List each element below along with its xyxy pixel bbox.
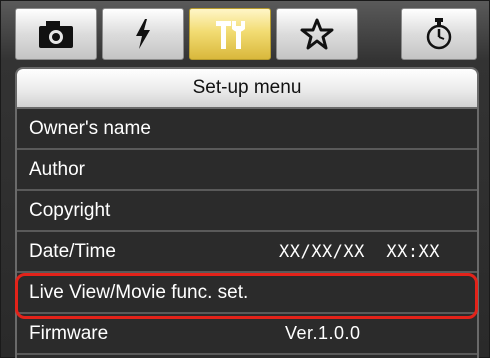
menu-item-label: Copyright [29,199,111,221]
tab-timer[interactable] [401,8,477,60]
setup-menu-panel: Set-up menu Owner's name Author Copyrigh… [15,67,479,358]
camera-icon [36,18,76,50]
camera-settings-screen: Set-up menu Owner's name Author Copyrigh… [0,0,490,358]
menu-item-label: Owner's name [29,117,151,139]
tab-flash[interactable] [102,8,184,60]
menu-item-label: Author [29,158,85,180]
date-time-value: XX/XX/XX XX:XX [279,241,441,262]
menu-item-label: Live View/Movie func. set. [29,281,249,303]
firmware-version-value: Ver.1.0.0 [285,323,361,343]
menu-item-date-time[interactable]: Date/Time XX/XX/XX XX:XX [17,232,477,273]
wrench-tools-icon [210,17,250,51]
flash-icon [131,17,155,51]
menu-item-copyright[interactable]: Copyright [17,191,477,232]
menu-item-live-view-movie-func-set[interactable]: Live View/Movie func. set. [17,273,477,314]
menu-item-author[interactable]: Author [17,150,477,191]
panel-title: Set-up menu [17,69,477,109]
menu-item-owners-name[interactable]: Owner's name [17,109,477,150]
star-icon [299,17,335,51]
tab-setup[interactable] [189,8,271,60]
menu-item-firmware[interactable]: Firmware Ver.1.0.0 [17,314,477,355]
menu-item-label: Firmware [29,322,109,344]
tab-shooting[interactable] [15,8,97,60]
menu-item-label: Date/Time [29,240,116,262]
tab-my-menu[interactable] [276,8,358,60]
stopwatch-icon [424,17,454,51]
